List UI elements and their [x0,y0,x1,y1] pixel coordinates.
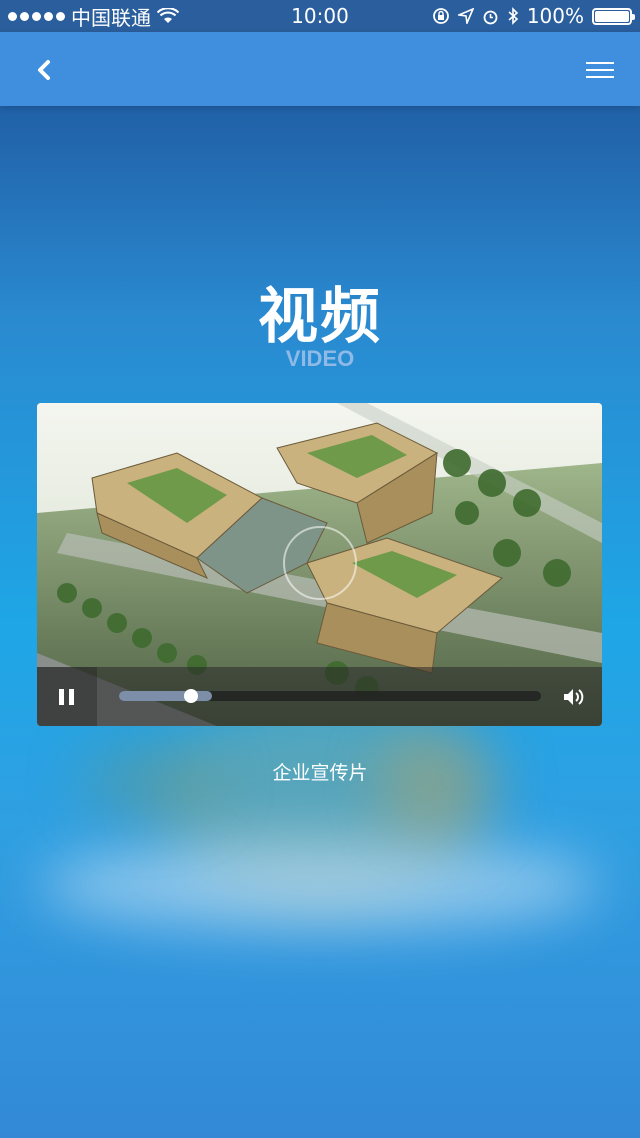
speaker-volume-icon [564,689,584,705]
battery-percentage: 100% [526,4,584,28]
status-right: 100% [432,0,635,32]
video-controls [37,667,602,726]
progress-bar[interactable] [119,689,541,703]
navigation-bar [0,32,640,106]
bluetooth-icon [508,7,518,25]
progress-thumb[interactable] [183,689,198,703]
chevron-left-icon [38,60,50,80]
video-caption: 企业宣传片 [272,762,368,784]
location-arrow-icon [457,8,474,24]
video-player[interactable] [37,403,602,726]
play-indicator-ring [283,526,357,600]
alarm-icon [483,10,498,24]
rotation-lock-icon [432,8,449,24]
progress-buffered [119,691,212,701]
pause-button[interactable] [37,667,97,726]
battery-icon [592,7,635,25]
volume-button[interactable] [554,678,594,716]
status-bar: 中国联通 10:00 100% [0,0,640,32]
hamburger-menu-icon [586,62,614,78]
page-subtitle: VIDEO [285,346,355,371]
back-button[interactable] [22,48,66,92]
page-title: 视频 [258,282,382,352]
pause-icon [59,688,74,705]
menu-button[interactable] [578,48,622,92]
